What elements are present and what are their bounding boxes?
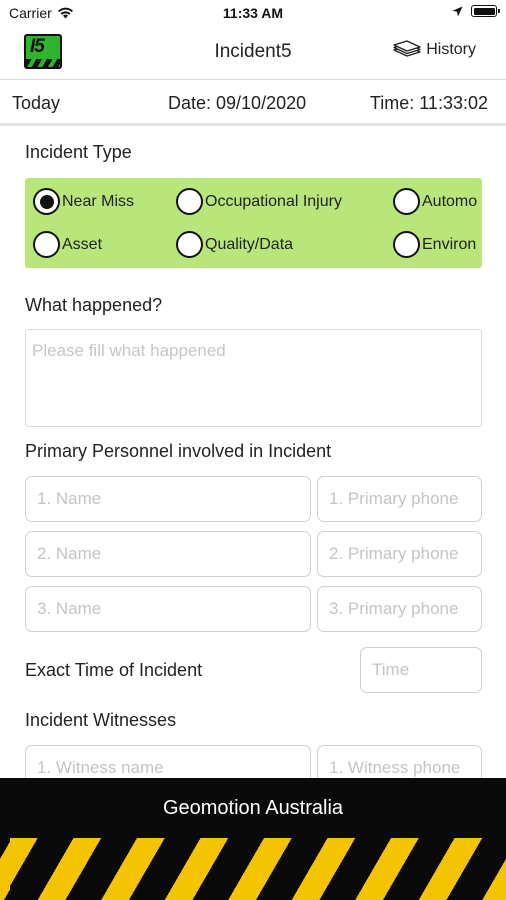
radio-unchecked-icon xyxy=(393,231,420,258)
incident-type-label: Incident Type xyxy=(25,142,132,162)
personnel-name-3-field[interactable]: 3. Name xyxy=(25,586,311,632)
radio-unchecked-icon xyxy=(33,231,60,258)
personnel-phone-3-field[interactable]: 3. Primary phone xyxy=(317,586,482,632)
incident-type-options: Near Miss Occupational Injury Automo Ass… xyxy=(25,178,482,268)
radio-label: Quality/Data xyxy=(205,235,294,253)
status-bar: Carrier 11:33 AM xyxy=(0,0,506,26)
status-right xyxy=(452,5,500,17)
personnel-phone-2-field[interactable]: 2. Primary phone xyxy=(317,531,482,577)
radio-occupational-injury[interactable]: Occupational Injury xyxy=(176,188,342,215)
incident-time-field[interactable]: Time xyxy=(360,647,482,693)
nav-bar: I5 Incident5 History xyxy=(0,26,506,80)
radio-label: Asset xyxy=(62,235,103,253)
battery-icon xyxy=(471,5,500,17)
personnel-name-1-field[interactable]: 1. Name xyxy=(25,476,311,522)
date-value: Date: 09/10/2020 xyxy=(168,93,307,113)
personnel-phone-1-field[interactable]: 1. Primary phone xyxy=(317,476,482,522)
today-label: Today xyxy=(12,93,61,113)
radio-near-miss[interactable]: Near Miss xyxy=(33,188,134,215)
footer-banner: Geomotion Australia xyxy=(0,778,506,900)
history-button[interactable]: History xyxy=(392,40,476,60)
radio-unchecked-icon xyxy=(176,188,203,215)
company-name: Geomotion Australia xyxy=(162,797,344,819)
what-happened-label: What happened? xyxy=(25,295,163,315)
witnesses-label: Incident Witnesses xyxy=(25,710,177,730)
radio-unchecked-icon xyxy=(176,231,203,258)
hazard-stripes xyxy=(0,838,506,900)
radio-checked-icon xyxy=(33,188,60,215)
history-label: History xyxy=(426,41,476,58)
history-icon xyxy=(393,40,421,57)
radio-label: Automo xyxy=(422,192,478,210)
status-clock: 11:33 AM xyxy=(222,5,284,21)
what-happened-input[interactable]: Please fill what happened xyxy=(25,329,482,427)
personnel-name-2-field[interactable]: 2. Name xyxy=(25,531,311,577)
radio-unchecked-icon xyxy=(393,188,420,215)
radio-quality-data[interactable]: Quality/Data xyxy=(176,231,293,258)
date-row: Today Date: 09/10/2020 Time: 11:33:02 xyxy=(0,80,506,126)
radio-label: Environ xyxy=(422,235,477,253)
time-value: Time: 11:33:02 xyxy=(369,93,488,113)
location-arrow-icon xyxy=(452,6,463,16)
radio-label: Near Miss xyxy=(62,192,135,210)
personnel-label: Primary Personnel involved in Incident xyxy=(25,441,332,461)
radio-automotive[interactable]: Automo xyxy=(393,188,477,215)
radio-asset[interactable]: Asset xyxy=(33,231,102,258)
exact-time-label: Exact Time of Incident xyxy=(25,660,203,680)
radio-label: Occupational Injury xyxy=(205,192,342,210)
radio-environmental[interactable]: Environ xyxy=(393,231,476,258)
